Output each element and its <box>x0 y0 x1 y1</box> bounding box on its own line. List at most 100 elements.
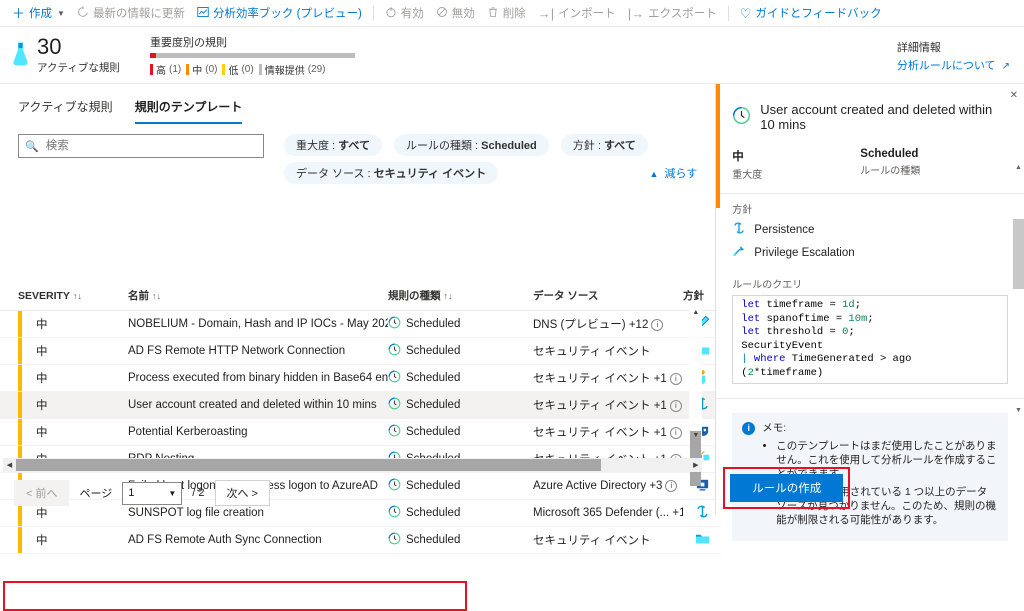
command-disable[interactable]: 無効 <box>430 2 481 24</box>
block-icon <box>436 6 448 20</box>
cell-source-plus: +1 <box>654 400 667 412</box>
scroll-up-arrow-icon[interactable]: ▲ <box>689 306 702 319</box>
filter-severity[interactable]: 重大度 : すべて <box>284 134 382 156</box>
tactic-privilege-escalation-label: Privilege Escalation <box>754 247 854 259</box>
cell-kind: Scheduled <box>388 527 533 554</box>
grid-vertical-scrollbar[interactable]: ▲ ▼ <box>689 306 702 442</box>
cell-source-text: セキュリティ イベント <box>533 400 651 412</box>
filter-pills: 重大度 : すべて ルールの種類 : Scheduled 方針 : すべて デー… <box>284 134 697 184</box>
severity-swatch-informational <box>259 64 262 75</box>
column-header-kind[interactable]: 規則の種類↑↓ <box>388 282 533 311</box>
filter-data-source[interactable]: データ ソース : セキュリティ イベント <box>284 162 498 184</box>
table-row[interactable]: 中AD FS Remote HTTP Network ConnectionSch… <box>0 338 721 365</box>
trash-icon <box>487 6 499 20</box>
cell-name[interactable]: User account created and deleted within … <box>128 392 388 419</box>
detail-divider <box>716 398 1024 399</box>
cell-name[interactable]: Process executed from binary hidden in B… <box>128 365 388 392</box>
filter-tactics[interactable]: 方針 : すべて <box>561 134 648 156</box>
search-box[interactable]: 🔍 <box>18 134 264 158</box>
search-input[interactable] <box>44 139 257 153</box>
cell-source: Microsoft 365 Defender (... +1i <box>533 500 683 527</box>
severity-legend-low-count: (0) <box>241 64 253 75</box>
info-icon[interactable]: i <box>665 480 677 492</box>
command-delete[interactable]: 削除 <box>481 2 532 24</box>
cell-name[interactable]: AD FS Remote HTTP Network Connection <box>128 338 388 365</box>
info-icon[interactable]: i <box>651 319 663 331</box>
severity-breakdown-title: 重要度別の規則 <box>150 34 355 50</box>
query-line: let threshold = 0; <box>741 326 1007 340</box>
column-header-name[interactable]: 名前↑↓ <box>128 282 388 311</box>
severity-indicator <box>18 527 22 553</box>
detail-query-label: ルールのクエリ <box>716 264 1024 295</box>
command-enable[interactable]: 有効 <box>379 2 430 24</box>
reduce-filters-button[interactable]: ▲ 減らす <box>650 165 698 181</box>
close-icon[interactable]: ✕ <box>1010 90 1018 101</box>
export-icon: |→ <box>628 7 644 20</box>
cell-kind-text: Scheduled <box>406 318 460 330</box>
command-export[interactable]: |→ エクスポート <box>622 2 723 24</box>
detail-severity-accent <box>716 84 720 208</box>
command-workbook[interactable]: 分析効率ブック (プレビュー) <box>191 2 368 24</box>
table-row[interactable]: 中User account created and deleted within… <box>0 392 721 419</box>
cell-name[interactable]: NOBELIUM - Domain, Hash and IP IOCs - Ma… <box>128 311 388 338</box>
table-row[interactable]: 中 NOBELIUM - Domain, Hash and IP IOCs - M… <box>0 311 721 338</box>
create-rule-button[interactable]: ルールの作成 <box>730 474 843 502</box>
cell-kind: Scheduled <box>388 311 533 338</box>
grid-vscroll-track[interactable] <box>689 319 702 429</box>
table-row[interactable]: 中AD FS Remote Auth Sync ConnectionSchedu… <box>0 527 721 554</box>
previous-page-button[interactable]: < 前へ <box>14 480 69 506</box>
next-page-button[interactable]: 次へ > <box>215 480 270 506</box>
column-header-severity[interactable]: SEVERITY↑↓ <box>0 282 128 311</box>
cell-severity: 中 <box>0 365 128 392</box>
cell-source-plus: +1 <box>654 427 667 439</box>
tab-active-rules-label: アクティブな規則 <box>18 100 113 114</box>
table-row[interactable]: 中Potential KerberoastingScheduledセキュリティ … <box>0 419 721 446</box>
cell-name[interactable]: AD FS Remote Auth Sync Connection <box>128 527 388 554</box>
scroll-right-arrow-icon[interactable]: ▶ <box>689 461 702 469</box>
cell-source: セキュリティ イベント +1i <box>533 365 683 392</box>
detail-scroll-up-icon[interactable]: ▲ <box>1013 164 1024 171</box>
table-row[interactable]: 中Process executed from binary hidden in … <box>0 365 721 392</box>
detail-vscroll-thumb[interactable] <box>1013 219 1024 289</box>
page-total: / 2 <box>192 487 204 499</box>
filter-rule-type[interactable]: ルールの種類 : Scheduled <box>394 134 549 156</box>
command-guides-feedback[interactable]: ♡ ガイドとフィードバック <box>734 2 888 24</box>
command-refresh[interactable]: 最新の情報に更新 <box>71 2 191 24</box>
detail-meta-severity: 中 重大度 <box>732 148 860 181</box>
cell-name[interactable]: Potential Kerberoasting <box>128 419 388 446</box>
command-create[interactable]: ＋ 作成 ▼ <box>6 2 71 24</box>
cell-source-plus: +3 <box>649 480 662 492</box>
severity-swatch-high <box>150 64 153 75</box>
analytics-rules-link[interactable]: 分析ルールについて ↗ <box>897 57 1010 73</box>
detail-query-box[interactable]: let timeframe = 1d; let spanoftime = 10m… <box>732 295 1008 384</box>
cell-source-text: Microsoft 365 Defender (... <box>533 507 669 519</box>
cell-severity-text: 中 <box>36 316 48 332</box>
command-import[interactable]: →| インポート <box>532 2 622 24</box>
tab-active-rules[interactable]: アクティブな規則 <box>18 98 113 124</box>
grid-horizontal-scrollbar[interactable]: ◀ ▶ <box>3 458 702 472</box>
info-icon[interactable]: i <box>670 400 682 412</box>
column-header-source[interactable]: データ ソース <box>533 282 683 311</box>
info-icon[interactable]: i <box>670 427 682 439</box>
grid-hscroll-track[interactable] <box>16 459 689 471</box>
scroll-down-arrow-icon[interactable]: ▼ <box>689 429 702 442</box>
severity-swatch-low <box>222 64 225 75</box>
external-link-icon: ↗ <box>1002 61 1010 72</box>
page-select[interactable]: 1 ▼ <box>122 482 182 505</box>
tab-rule-templates[interactable]: 規則のテンプレート <box>135 98 243 124</box>
cell-kind: Scheduled <box>388 500 533 527</box>
severity-swatch-medium <box>186 64 189 75</box>
severity-bar <box>150 53 355 58</box>
query-line: SecurityEvent <box>741 340 1007 354</box>
scroll-left-arrow-icon[interactable]: ◀ <box>3 461 16 469</box>
info-icon[interactable]: i <box>670 373 682 385</box>
detail-vertical-scrollbar[interactable]: ▲ ▼ <box>1013 164 1024 414</box>
severity-legend-high: 高 (1) <box>150 62 181 77</box>
detail-title-row: User account created and deleted within … <box>716 84 1024 148</box>
cell-kind-text: Scheduled <box>406 480 460 492</box>
cell-source: セキュリティ イベント +1i <box>533 419 683 446</box>
grid-hscroll-thumb[interactable] <box>16 459 601 471</box>
detail-scroll-down-icon[interactable]: ▼ <box>1013 407 1024 414</box>
detail-note-title: メモ: <box>762 421 998 435</box>
cell-kind: Scheduled <box>388 392 533 419</box>
